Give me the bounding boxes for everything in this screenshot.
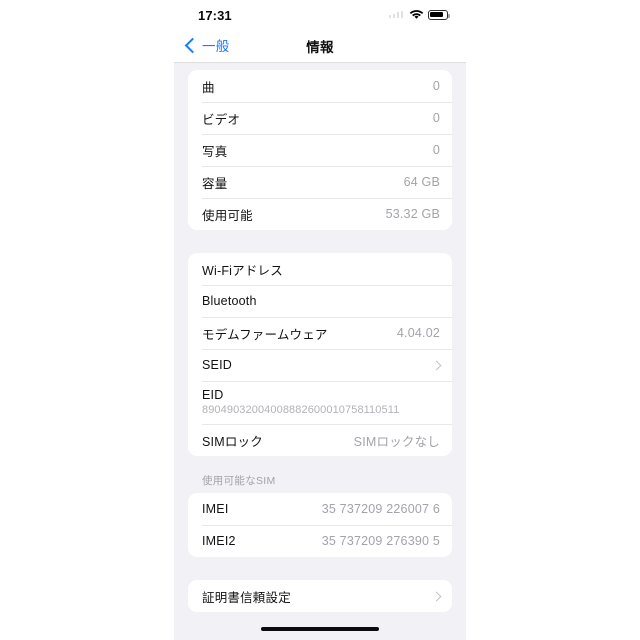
row-label: EID xyxy=(202,388,224,402)
row-value: SIMロックなし xyxy=(353,434,440,449)
row-value: 4.04.02 xyxy=(396,326,440,340)
row-label: ビデオ xyxy=(202,112,241,127)
row-label: モデムファームウェア xyxy=(202,327,328,342)
row-value: 0 xyxy=(432,143,440,157)
table-row[interactable]: IMEI 35 737209 226007 6 xyxy=(188,493,452,525)
battery-icon xyxy=(428,9,451,20)
row-label: 使用可能 xyxy=(202,208,253,223)
table-row[interactable]: SIMロック SIMロックなし xyxy=(188,424,452,456)
table-row[interactable]: ビデオ 0 xyxy=(188,102,452,134)
sim-section-header: 使用可能なSIM xyxy=(202,475,276,487)
cellular-dots-icon xyxy=(388,10,403,19)
row-label: 曲 xyxy=(202,80,215,95)
sim-section: IMEI 35 737209 226007 6 IMEI2 35 737209 … xyxy=(188,493,452,557)
table-row-certificate-trust[interactable]: 証明書信頼設定 xyxy=(188,580,452,612)
status-bar: 17:31 xyxy=(174,0,466,32)
row-value: 0 xyxy=(432,111,440,125)
table-row-seid[interactable]: SEID xyxy=(188,349,452,381)
table-row[interactable]: モデムファームウェア 4.04.02 xyxy=(188,317,452,349)
row-value: 35 737209 226007 6 xyxy=(321,502,440,516)
row-label: Bluetooth xyxy=(202,294,257,308)
row-label: SIMロック xyxy=(202,434,263,449)
row-value: 89049032004008882600010758110511 xyxy=(202,404,400,416)
chevron-right-icon xyxy=(431,360,442,370)
certificate-trust-section: 証明書信頼設定 xyxy=(188,580,452,612)
table-row-eid[interactable]: EID 89049032004008882600010758110511 xyxy=(188,381,452,424)
row-value: 0 xyxy=(432,79,440,93)
status-bar-indicators xyxy=(388,9,451,20)
wifi-icon xyxy=(409,9,424,20)
table-row[interactable]: 容量 64 GB xyxy=(188,166,452,198)
table-row[interactable]: 曲 0 xyxy=(188,70,452,102)
navigation-bar: 一般 情報 xyxy=(174,32,466,62)
table-row[interactable]: 使用可能 53.32 GB xyxy=(188,198,452,230)
row-value: 64 GB xyxy=(403,175,440,189)
home-indicator[interactable] xyxy=(261,627,379,631)
row-label: SEID xyxy=(202,358,232,372)
table-row[interactable]: Bluetooth xyxy=(188,285,452,317)
network-identifier-section: Wi-Fiアドレス Bluetooth モデムファームウェア 4.04.02 S… xyxy=(188,253,452,456)
iphone-viewport: 17:31 一般 情報 曲 0 ビデオ 0 写真 0 容量 64 GB 使用可能… xyxy=(174,0,466,640)
row-label: 容量 xyxy=(202,176,228,191)
page-title: 情報 xyxy=(306,40,334,55)
row-value: 35 737209 276390 5 xyxy=(321,534,440,548)
chevron-right-icon xyxy=(431,591,442,601)
row-label: IMEI xyxy=(202,502,229,516)
row-value: 53.32 GB xyxy=(385,207,440,221)
table-row[interactable]: Wi-Fiアドレス xyxy=(188,253,452,285)
row-label: IMEI2 xyxy=(202,534,236,548)
settings-scroll-view[interactable]: 曲 0 ビデオ 0 写真 0 容量 64 GB 使用可能 53.32 GB Wi… xyxy=(174,63,466,640)
screenshot-canvas: 17:31 一般 情報 曲 0 ビデオ 0 写真 0 容量 64 GB 使用可能… xyxy=(0,0,640,640)
status-bar-time: 17:31 xyxy=(198,8,232,23)
row-label: 写真 xyxy=(202,144,228,159)
row-label: Wi-Fiアドレス xyxy=(202,263,283,278)
table-row[interactable]: IMEI2 35 737209 276390 5 xyxy=(188,525,452,557)
storage-section: 曲 0 ビデオ 0 写真 0 容量 64 GB 使用可能 53.32 GB xyxy=(188,70,452,230)
row-label: 証明書信頼設定 xyxy=(202,590,291,605)
table-row[interactable]: 写真 0 xyxy=(188,134,452,166)
